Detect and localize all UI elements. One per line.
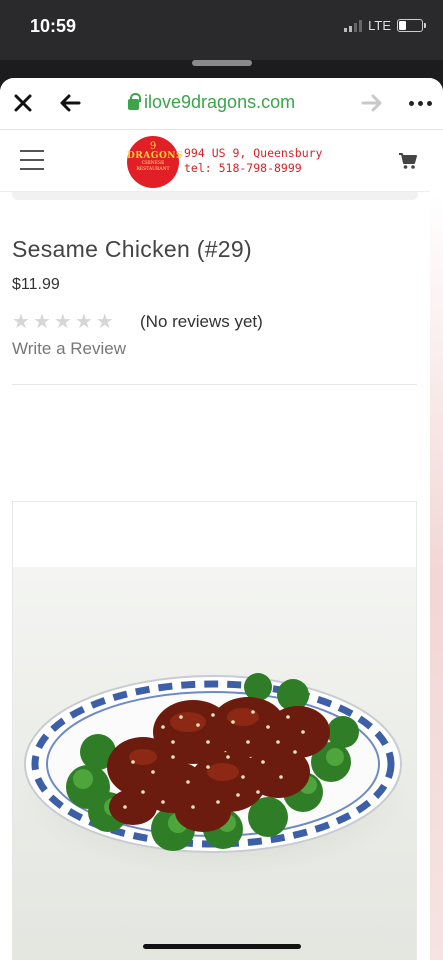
arrow-right-icon [361, 94, 382, 112]
product-image-card[interactable] [12, 501, 417, 960]
status-bar: 10:59 LTE [0, 0, 443, 60]
close-icon [14, 94, 32, 112]
star-icon: ★ [53, 311, 72, 333]
sesame-chicken-plate-image [20, 673, 410, 877]
lock-icon [128, 93, 141, 110]
logo-number: 9 [149, 141, 157, 152]
status-indicators: LTE [344, 18, 426, 33]
write-review-link[interactable]: Write a Review [12, 339, 126, 359]
cart-button[interactable] [398, 152, 418, 175]
star-icon: ★ [74, 311, 93, 333]
rating-stars: ★ ★ ★ ★ ★ [12, 312, 114, 332]
arrow-left-icon [60, 94, 81, 112]
star-icon: ★ [32, 311, 51, 333]
page-edge [430, 192, 443, 960]
logo-name: DRAGONS [127, 151, 184, 161]
phone[interactable]: tel: 518-798-8999 [184, 161, 322, 176]
menu-icon[interactable] [20, 150, 44, 170]
product-title: Sesame Chicken (#29) [12, 236, 252, 262]
star-icon: ★ [95, 311, 114, 333]
url-bar[interactable]: ilove9dragons.com [128, 92, 295, 113]
signal-icon [344, 19, 363, 32]
product-price: $11.99 [12, 276, 60, 293]
restaurant-contact: 994 US 9, Queensbury tel: 518-798-8999 [184, 146, 322, 176]
sheet-grabber[interactable] [192, 60, 252, 66]
more-button[interactable] [404, 88, 436, 118]
cart-icon [399, 153, 417, 169]
browser-sheet: ilove9dragons.com 9 DRAGONS CHINESE REST… [0, 78, 443, 960]
forward-button[interactable] [357, 88, 387, 118]
url-text: ilove9dragons.com [144, 92, 296, 112]
back-button[interactable] [55, 88, 85, 118]
product-photo [13, 567, 416, 960]
more-icon [408, 100, 432, 106]
logo-sub: CHINESE RESTAURANT [136, 161, 170, 172]
address: 994 US 9, Queensbury [184, 146, 323, 160]
divider [12, 384, 417, 385]
logo[interactable]: 9 DRAGONS CHINESE RESTAURANT [127, 136, 184, 188]
close-button[interactable] [8, 88, 38, 118]
battery-icon [397, 19, 426, 32]
reviews-count: (No reviews yet) [140, 312, 263, 331]
star-icon: ★ [12, 311, 30, 333]
status-time: 10:59 [30, 16, 77, 36]
browser-toolbar: ilove9dragons.com [0, 78, 443, 130]
network-label: LTE [368, 18, 391, 33]
home-indicator[interactable] [143, 944, 301, 949]
divider [12, 192, 418, 200]
site-header: 9 DRAGONS CHINESE RESTAURANT 994 US 9, Q… [0, 130, 430, 192]
product-page: Sesame Chicken (#29) $11.99 ★ ★ ★ ★ ★ (N… [0, 192, 430, 960]
